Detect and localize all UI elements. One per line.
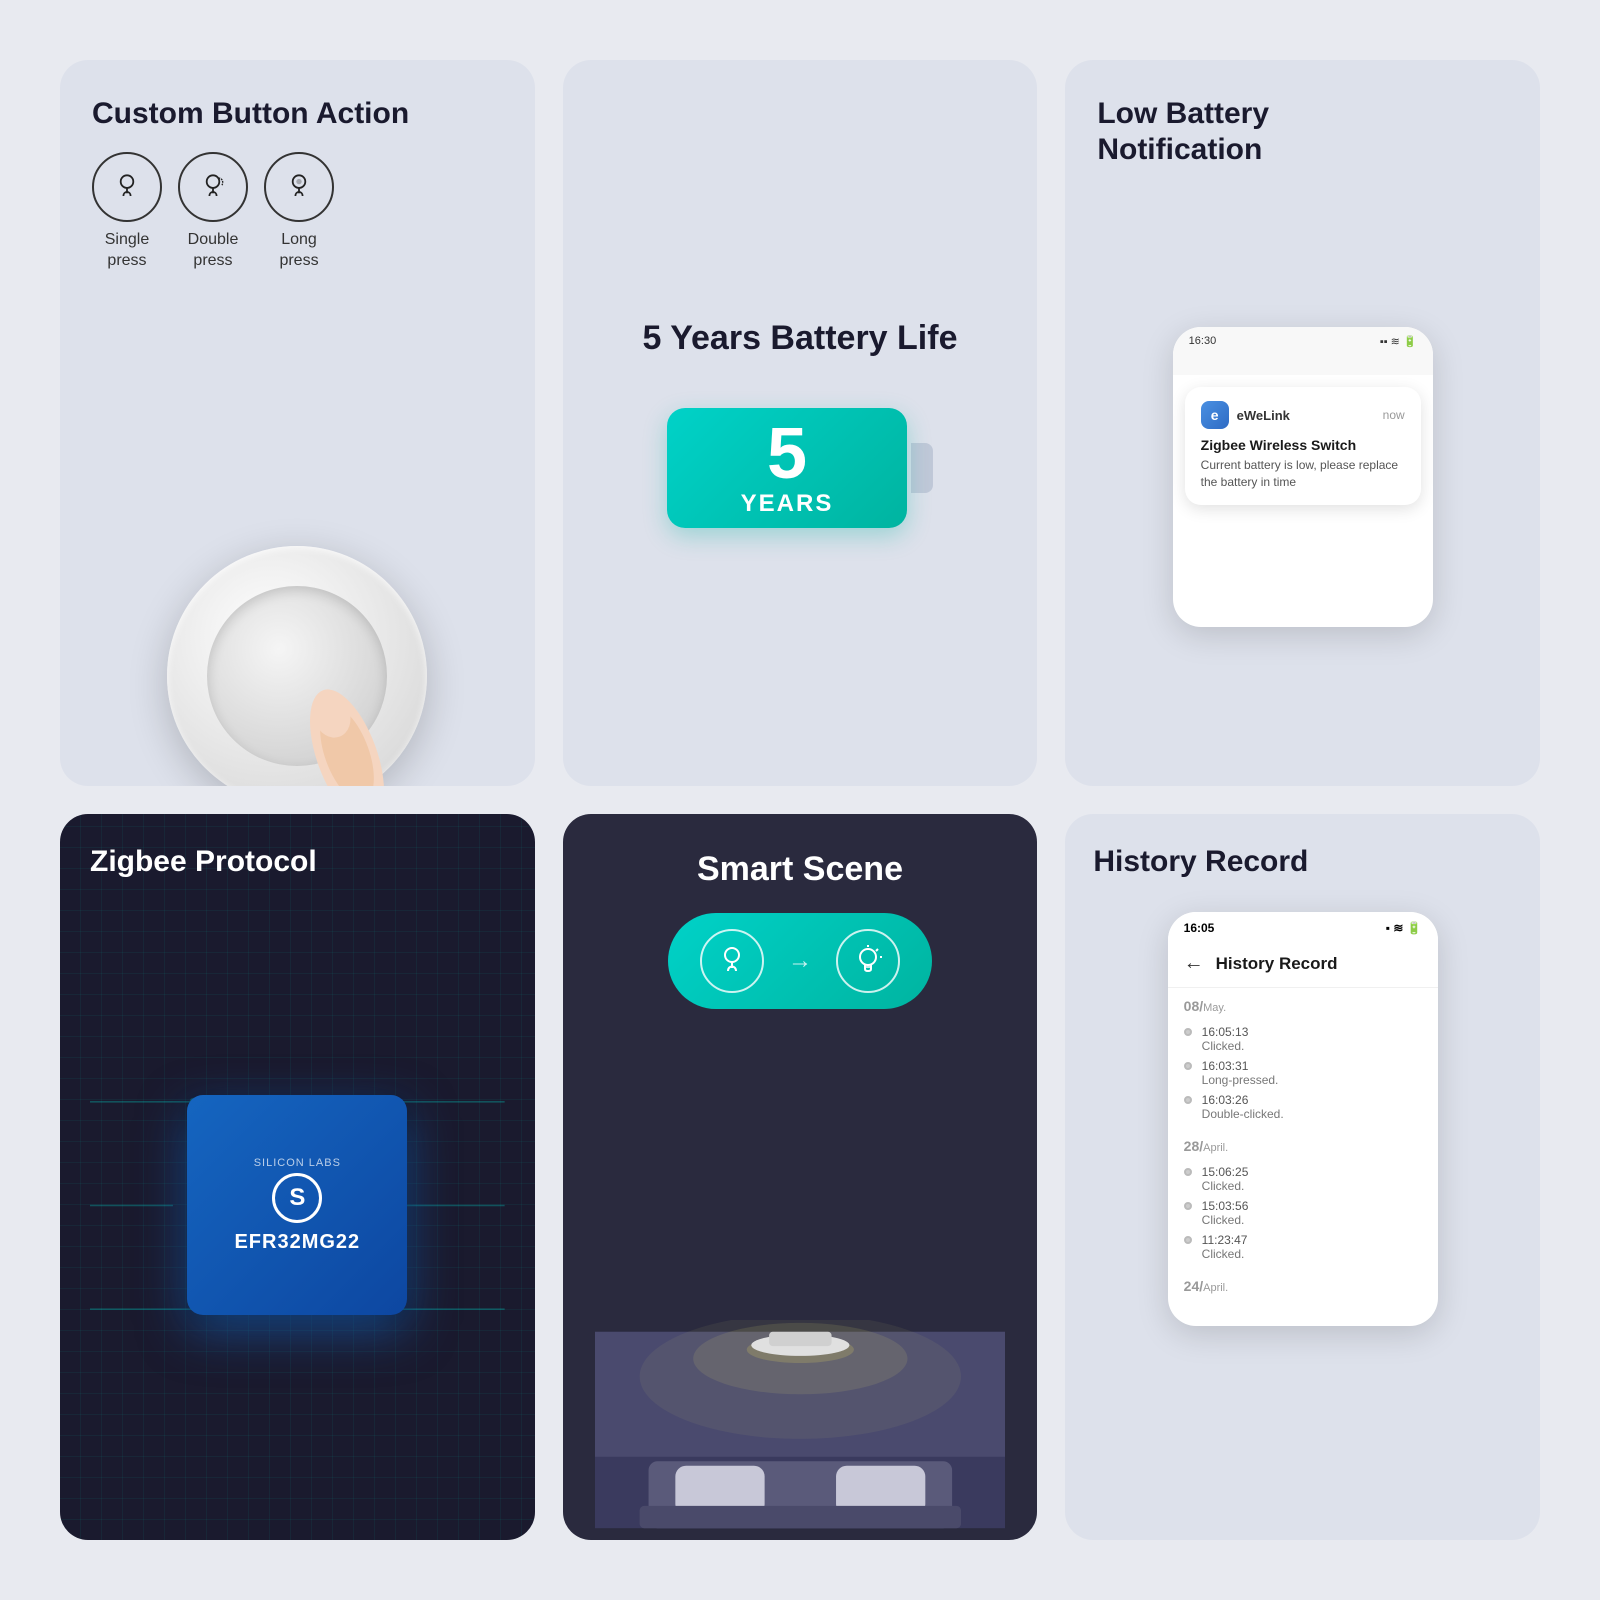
- notification-card: e eWeLink now Zigbee Wireless Switch Cur…: [1185, 387, 1421, 505]
- history-dot-5: [1184, 1202, 1192, 1210]
- button-action-title: Custom Button Action: [92, 96, 503, 132]
- history-phone-icons: ▪ ≋ 🔋: [1386, 921, 1422, 935]
- history-entry-6: 11:23:47 Clicked.: [1184, 1230, 1422, 1264]
- history-time-5: 15:03:56: [1202, 1199, 1249, 1213]
- phone-gap: [1173, 355, 1433, 375]
- double-press-item: Doublepress: [178, 152, 248, 272]
- notif-title: Zigbee Wireless Switch: [1201, 437, 1405, 453]
- long-press-icon: [264, 152, 334, 222]
- history-action-5: Clicked.: [1202, 1213, 1249, 1227]
- button-device-area: [92, 292, 503, 786]
- history-group-april24: 24/April.: [1168, 1268, 1438, 1306]
- history-dot-4: [1184, 1168, 1192, 1176]
- back-arrow-icon[interactable]: ←: [1184, 952, 1204, 975]
- history-dot-6: [1184, 1236, 1192, 1244]
- press-svg: [714, 943, 750, 979]
- zigbee-title: Zigbee Protocol: [90, 844, 505, 880]
- scene-pill: →: [668, 913, 932, 1009]
- single-press-label: Singlepress: [105, 230, 149, 272]
- main-grid: Custom Button Action Singlepress: [0, 0, 1600, 1600]
- double-press-icon: [178, 152, 248, 222]
- history-phone-area: 16:05 ▪ ≋ 🔋 ← History Record 08/May. 16: [1093, 912, 1512, 1510]
- scene-press-icon: [700, 929, 764, 993]
- notif-time: now: [1383, 408, 1405, 422]
- notif-header: e eWeLink now: [1201, 401, 1405, 429]
- history-dot-1: [1184, 1028, 1192, 1036]
- history-group-april28: 28/April. 15:06:25 Clicked. 15:03:56: [1168, 1128, 1438, 1268]
- history-dot-3: [1184, 1096, 1192, 1104]
- history-action-6: Clicked.: [1202, 1247, 1248, 1261]
- scene-light-icon: [836, 929, 900, 993]
- ewelink-icon: e: [1201, 401, 1229, 429]
- phone-frame: 16:30 ▪▪ ≋ 🔋 e eWeLink now Zigbee Wirele…: [1173, 327, 1433, 627]
- room-scene-area: [595, 1053, 1006, 1540]
- low-battery-title: Low BatteryNotification: [1097, 96, 1508, 168]
- battery-body: 5 YEARS: [667, 408, 907, 528]
- battery-title: 5 Years Battery Life: [642, 319, 957, 358]
- room-svg: [595, 1320, 1006, 1540]
- history-action-1: Clicked.: [1202, 1039, 1249, 1053]
- chip-brand: SILICON LABS: [254, 1157, 341, 1169]
- history-action-3: Double-clicked.: [1202, 1107, 1284, 1121]
- button-device-visual: [167, 546, 427, 786]
- chip-model: EFR32MG22: [234, 1231, 360, 1254]
- history-action-4: Clicked.: [1202, 1179, 1249, 1193]
- history-phone-frame: 16:05 ▪ ≋ 🔋 ← History Record 08/May. 16: [1168, 912, 1438, 1326]
- card-low-battery: Low BatteryNotification 16:30 ▪▪ ≋ 🔋 e e…: [1065, 60, 1540, 786]
- battery-text-group: 5 YEARS: [741, 418, 834, 518]
- chip-body: SILICON LABS S EFR32MG22: [187, 1095, 407, 1315]
- history-date-april24: 24/April.: [1184, 1278, 1422, 1294]
- battery-visual: 5 YEARS: [667, 408, 933, 528]
- history-dot-2: [1184, 1062, 1192, 1070]
- phone-time: 16:30: [1189, 335, 1217, 347]
- history-nav-header: ← History Record: [1168, 944, 1438, 988]
- history-phone-time: 16:05: [1184, 921, 1215, 935]
- battery-terminal: [911, 443, 933, 493]
- press-icons-row: Singlepress Doublepress: [92, 152, 503, 272]
- long-press-label: Longpress: [279, 230, 318, 272]
- card-zigbee: Zigbee Protocol SILICON LABS S EF: [60, 814, 535, 1540]
- history-time-1: 16:05:13: [1202, 1025, 1249, 1039]
- history-time-2: 16:03:31: [1202, 1059, 1279, 1073]
- history-action-2: Long-pressed.: [1202, 1073, 1279, 1087]
- chip-s-logo: S: [272, 1173, 322, 1223]
- history-title: History Record: [1093, 844, 1512, 880]
- card-battery: 5 Years Battery Life 5 YEARS: [563, 60, 1038, 786]
- history-date-april28: 28/April.: [1184, 1138, 1422, 1154]
- chip-visual-area: SILICON LABS S EFR32MG22: [90, 900, 505, 1510]
- single-press-item: Singlepress: [92, 152, 162, 272]
- card-button-action: Custom Button Action Singlepress: [60, 60, 535, 786]
- smart-scene-title: Smart Scene: [595, 850, 1006, 889]
- notif-app-name: eWeLink: [1237, 408, 1375, 423]
- long-press-item: Longpress: [264, 152, 334, 272]
- battery-years-label: YEARS: [741, 490, 834, 518]
- card-history: History Record 16:05 ▪ ≋ 🔋 ← History Rec…: [1065, 814, 1540, 1540]
- history-entry-2: 16:03:31 Long-pressed.: [1184, 1056, 1422, 1090]
- history-entry-3: 16:03:26 Double-clicked.: [1184, 1090, 1422, 1124]
- history-time-4: 15:06:25: [1202, 1165, 1249, 1179]
- battery-years-number: 5: [767, 418, 807, 490]
- history-header-title: History Record: [1216, 954, 1338, 974]
- phone-icons: ▪▪ ≋ 🔋: [1380, 335, 1417, 348]
- history-entry-4: 15:06:25 Clicked.: [1184, 1162, 1422, 1196]
- scene-arrow-icon: →: [788, 947, 812, 975]
- single-press-icon: [92, 152, 162, 222]
- history-time-3: 16:03:26: [1202, 1093, 1284, 1107]
- history-time-6: 11:23:47: [1202, 1233, 1248, 1247]
- phone-status-bar: 16:30 ▪▪ ≋ 🔋: [1173, 327, 1433, 355]
- history-status-bar: 16:05 ▪ ≋ 🔋: [1168, 912, 1438, 944]
- finger-icon: [277, 676, 417, 786]
- lightbulb-svg: [850, 943, 886, 979]
- history-group-may: 08/May. 16:05:13 Clicked. 16:03:31: [1168, 988, 1438, 1128]
- card-smart-scene: Smart Scene →: [563, 814, 1038, 1540]
- history-entry-5: 15:03:56 Clicked.: [1184, 1196, 1422, 1230]
- phone-mockup-area: 16:30 ▪▪ ≋ 🔋 e eWeLink now Zigbee Wirele…: [1097, 204, 1508, 750]
- history-date-may: 08/May.: [1184, 998, 1422, 1014]
- scene-pill-container: →: [595, 913, 1006, 1033]
- history-entry-1: 16:05:13 Clicked.: [1184, 1022, 1422, 1056]
- double-press-label: Doublepress: [188, 230, 239, 272]
- notif-body: Current battery is low, please replace t…: [1201, 457, 1405, 491]
